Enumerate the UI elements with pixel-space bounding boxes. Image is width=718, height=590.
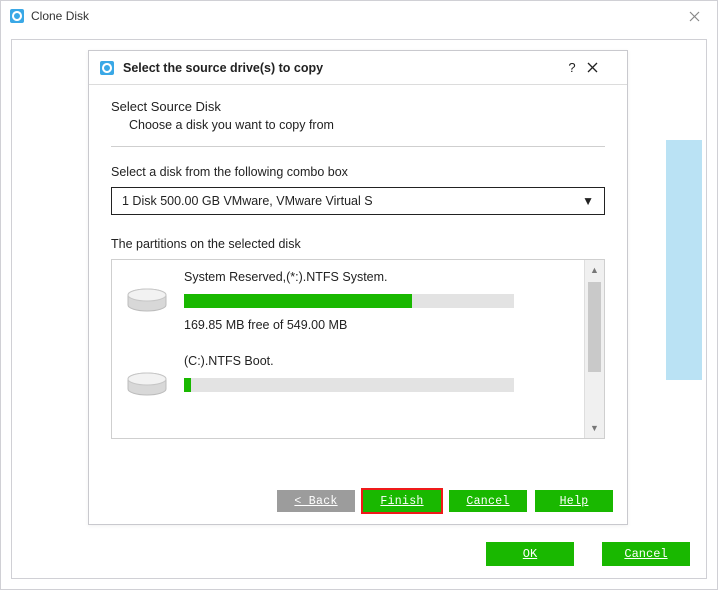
disk-combo[interactable]: 1 Disk 500.00 GB VMware, VMware Virtual … [111, 187, 605, 215]
outer-title: Clone Disk [31, 9, 89, 23]
combo-value: 1 Disk 500.00 GB VMware, VMware Virtual … [122, 194, 373, 208]
clone-disk-window: Clone Disk Select the source drive(s) to… [0, 0, 718, 590]
dialog-close-button[interactable] [587, 62, 617, 73]
outer-cancel-button[interactable]: Cancel [602, 542, 690, 566]
partition-row: System Reserved,(*:).NTFS System. 169.85… [126, 270, 578, 332]
outer-body: Select the source drive(s) to copy ? Sel… [11, 39, 707, 579]
side-accent [666, 140, 702, 380]
usage-fill [184, 294, 412, 308]
divider [111, 146, 605, 147]
source-drive-dialog: Select the source drive(s) to copy ? Sel… [88, 50, 628, 525]
partition-row: (C:).NTFS Boot. [126, 354, 578, 402]
back-button[interactable]: < Back [277, 490, 355, 512]
finish-button[interactable]: Finish [363, 490, 441, 512]
section-subheading: Choose a disk you want to copy from [111, 118, 605, 132]
dialog-icon [99, 60, 115, 76]
outer-titlebar: Clone Disk [1, 1, 717, 31]
usage-bar [184, 294, 514, 308]
scroll-down-icon: ▼ [585, 418, 604, 438]
help-titlebar-button[interactable]: ? [557, 60, 587, 75]
app-icon [9, 8, 25, 24]
ok-button[interactable]: OK [486, 542, 574, 566]
scroll-thumb[interactable] [588, 282, 601, 372]
outer-button-row: OK Cancel [486, 542, 690, 566]
dialog-title: Select the source drive(s) to copy [123, 61, 557, 75]
partition-free-text: 169.85 MB free of 549.00 MB [184, 318, 578, 332]
chevron-down-icon: ▼ [582, 194, 594, 208]
partition-title: System Reserved,(*:).NTFS System. [184, 270, 578, 284]
combo-label: Select a disk from the following combo b… [111, 165, 605, 179]
partitions-box: System Reserved,(*:).NTFS System. 169.85… [111, 259, 605, 439]
close-icon [587, 62, 617, 73]
dialog-button-row: < Back Finish Cancel Help [89, 482, 627, 524]
partitions-label: The partitions on the selected disk [111, 237, 605, 251]
help-icon: ? [568, 60, 575, 75]
partitions-list: System Reserved,(*:).NTFS System. 169.85… [111, 259, 605, 439]
dialog-content: Select Source Disk Choose a disk you wan… [89, 85, 627, 482]
partition-title: (C:).NTFS Boot. [184, 354, 578, 368]
partition-info: System Reserved,(*:).NTFS System. 169.85… [184, 270, 578, 332]
outer-close-button[interactable] [671, 1, 717, 31]
section-heading: Select Source Disk [111, 99, 605, 114]
partition-info: (C:).NTFS Boot. [184, 354, 578, 402]
disk-icon [126, 354, 170, 398]
help-button[interactable]: Help [535, 490, 613, 512]
scroll-up-icon: ▲ [585, 260, 604, 280]
inner-titlebar: Select the source drive(s) to copy ? [89, 51, 627, 85]
usage-fill [184, 378, 191, 392]
disk-icon [126, 270, 170, 314]
usage-bar [184, 378, 514, 392]
cancel-button[interactable]: Cancel [449, 490, 527, 512]
partitions-scrollbar[interactable]: ▲ ▼ [584, 260, 604, 438]
close-icon [689, 11, 700, 22]
